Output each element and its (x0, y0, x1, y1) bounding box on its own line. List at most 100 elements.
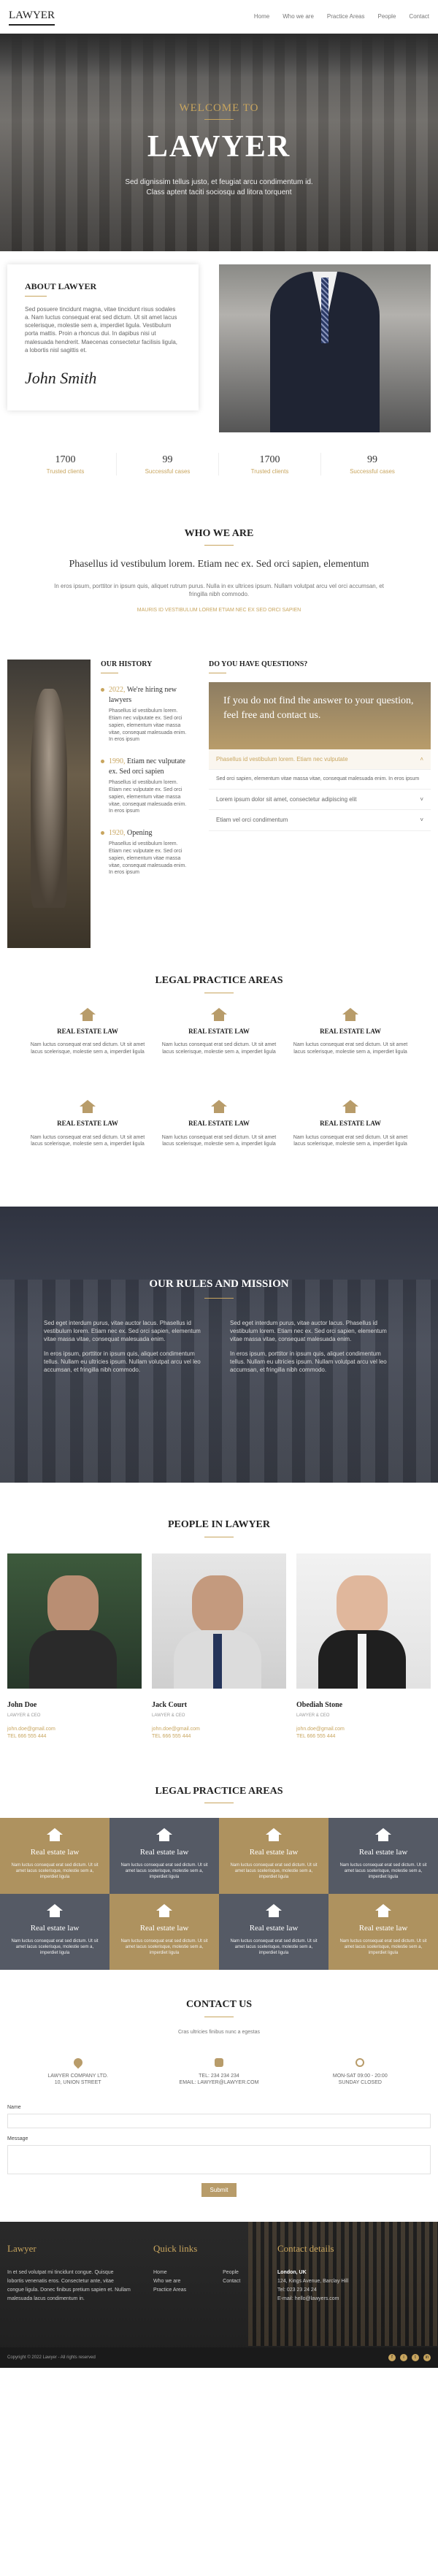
footer-link-home[interactable]: Home (153, 2269, 186, 2277)
practice-item[interactable]: REAL ESTATE LAW Nam luctus consequat erat… (292, 1099, 409, 1148)
rules-text: In eros ipsum, porttitor in ipsum quis, … (44, 1350, 201, 1374)
person-phone[interactable]: TEL 666 555 444 (7, 1733, 142, 1740)
practice-tile[interactable]: Real estate law Nam luctus consequat erat… (219, 1818, 328, 1895)
timeline-dot-icon (101, 831, 104, 836)
practice-item[interactable]: REAL ESTATE LAW Nam luctus consequat erat… (29, 1007, 146, 1056)
practice-grid: REAL ESTATE LAW Nam luctus consequat erat… (29, 1007, 409, 1148)
contact-email[interactable]: EMAIL: LAWYER@LAWYER.COM (161, 2079, 277, 2087)
person-card[interactable]: Jack Court LAWYER & CEO john.doe@gmail.c… (152, 1553, 286, 1740)
divider (204, 119, 234, 120)
about-text: Sed posuere tincidunt magna, vitae tinci… (25, 305, 177, 353)
house-icon (266, 1904, 282, 1918)
menu-item-who-we-are[interactable]: Who we are (283, 12, 314, 20)
faq-question-open[interactable]: Phasellus id vestibulum lorem. Etiam nec… (209, 749, 431, 771)
tile-title: Real estate law (358, 1924, 408, 1933)
practice-tile[interactable]: Real estate law Nam luctus consequat erat… (219, 1894, 328, 1971)
person-photo (152, 1553, 286, 1689)
tile-title: Real estate law (30, 1924, 80, 1933)
submit-button[interactable]: Submit (201, 2182, 237, 2197)
timeline-item: 1920, Opening Phasellus id vestibulum lo… (101, 828, 191, 876)
instagram-icon[interactable]: i (400, 2353, 407, 2361)
facebook-icon[interactable]: f (388, 2353, 396, 2361)
footer-link-practice-areas[interactable]: Practice Areas (153, 2286, 186, 2295)
practice-tile[interactable]: Real estate law Nam luctus consequat erat… (328, 1818, 438, 1895)
contact-info: LAWYER COMPANY LTD. 10, UNION STREET TEL:… (7, 2056, 431, 2087)
contact-tel[interactable]: TEL: 234 234 234 (161, 2073, 277, 2080)
footer-brand: Lawyer In et sed volutpat mi tincidunt c… (7, 2242, 131, 2304)
practice-item[interactable]: REAL ESTATE LAW Nam luctus consequat erat… (292, 1007, 409, 1056)
tile-text: Nam luctus consequat erat sed dictum. Ut… (120, 1938, 208, 1956)
practice-tile[interactable]: Real estate law Nam luctus consequat erat… (110, 1818, 219, 1895)
contact-hours: MON-SAT 09:00 - 20:00 SUNDAY CLOSED (301, 2057, 418, 2087)
practice-item-text: Nam luctus consequat erat sed dictum. Ut… (161, 1134, 277, 1147)
divider (25, 295, 47, 297)
faq-question[interactable]: Etiam vel orci condimentum ˅ (209, 810, 431, 831)
rules-text: In eros ipsum, porttitor in ipsum quis, … (230, 1350, 387, 1374)
practice-tile[interactable]: Real estate law Nam luctus consequat erat… (0, 1818, 110, 1895)
menu-item-contact[interactable]: Contact (409, 12, 429, 20)
person-email[interactable]: john.doe@gmail.com (7, 1726, 142, 1733)
message-textarea[interactable] (7, 2144, 431, 2174)
practice-tile[interactable]: Real estate law Nam luctus consequat erat… (328, 1894, 438, 1971)
rules-mission-section: OUR RULES AND MISSION Sed eget interdum … (0, 1207, 438, 1483)
practice-item[interactable]: REAL ESTATE LAW Nam luctus consequat erat… (161, 1099, 277, 1148)
menu-item-practice-areas[interactable]: Practice Areas (327, 12, 365, 20)
twitter-icon[interactable]: t (412, 2353, 419, 2361)
practice-item[interactable]: REAL ESTATE LAW Nam luctus consequat erat… (161, 1007, 277, 1056)
footer-brand-title: Lawyer (7, 2242, 36, 2254)
practice-item-title: REAL ESTATE LAW (188, 1119, 250, 1127)
person-phone[interactable]: TEL 666 555 444 (152, 1733, 286, 1740)
person-email[interactable]: john.doe@gmail.com (296, 1726, 431, 1733)
footer-link-contact[interactable]: Contact (223, 2277, 240, 2286)
practice-item-text: Nam luctus consequat erat sed dictum. Ut… (30, 1042, 145, 1055)
tile-text: Nam luctus consequat erat sed dictum. Ut… (230, 1862, 318, 1880)
logo[interactable]: LAWYER (9, 8, 55, 26)
stat-label: Successful cases (350, 467, 395, 475)
top-nav: LAWYER Home Who we are Practice Areas Pe… (0, 0, 438, 34)
footer-link-who-we-are[interactable]: Who we are (153, 2277, 186, 2286)
timeline-dot-icon (101, 688, 104, 692)
linkedin-icon[interactable]: in (423, 2353, 431, 2361)
menu-item-people[interactable]: People (378, 12, 396, 20)
about-card: ABOUT LAWYER Sed posuere tincidunt magna… (7, 264, 199, 410)
house-icon (375, 1904, 391, 1918)
stat-value: 1700 (259, 454, 280, 465)
phone-icon (214, 2057, 223, 2067)
about-title: ABOUT LAWYER (25, 281, 97, 291)
footer-link-people[interactable]: People (223, 2269, 240, 2277)
house-icon (211, 1099, 227, 1113)
stat-item: 99 Successful cases (117, 453, 219, 475)
person-role: LAWYER & CEO (296, 1713, 330, 1718)
hero-banner: WELCOME TO LAWYER Sed dignissim tellus j… (0, 34, 438, 251)
person-role: LAWYER & CEO (7, 1713, 41, 1718)
stat-value: 99 (367, 454, 377, 465)
faq-title: DO YOU HAVE QUESTIONS? (209, 660, 308, 669)
clock-icon (356, 2057, 365, 2067)
footer-city: London, UK (277, 2270, 307, 2276)
practice-tiles-section: LEGAL PRACTICE AREAS Real estate law Nam … (0, 1784, 438, 1971)
history-column: OUR HISTORY 2022, We're hiring new lawye… (91, 660, 201, 930)
timeline-head: Opening (127, 829, 153, 838)
tile-text: Nam luctus consequat erat sed dictum. Ut… (11, 1938, 99, 1956)
menu-item-home[interactable]: Home (254, 12, 269, 20)
footer-quick-title: Quick links (153, 2242, 198, 2254)
message-label: Message (7, 2136, 28, 2142)
footer: Lawyer In et sed volutpat mi tincidunt c… (0, 2221, 438, 2368)
divider (204, 1298, 234, 1299)
footer-quick-links: Quick links Home Who we are Practice Are… (153, 2242, 256, 2304)
person-card[interactable]: John Doe LAWYER & CEO john.doe@gmail.com… (7, 1553, 142, 1740)
person-card[interactable]: Obediah Stone LAWYER & CEO john.doe@gmai… (296, 1553, 431, 1740)
timeline-text: Phasellus id vestibulum lorem. Etiam nec… (109, 708, 187, 743)
practice-item[interactable]: REAL ESTATE LAW Nam luctus consequat erat… (29, 1099, 146, 1148)
faq-question[interactable]: Lorem ipsum dolor sit amet, consectetur … (209, 790, 431, 811)
person-phone[interactable]: TEL 666 555 444 (296, 1733, 431, 1740)
practice-tile[interactable]: Real estate law Nam luctus consequat erat… (0, 1894, 110, 1971)
timeline-item: 2022, We're hiring new lawyers Phasellus… (101, 685, 191, 744)
about-section: ABOUT LAWYER Sed posuere tincidunt magna… (0, 235, 438, 432)
hero-title: LAWYER (147, 130, 291, 164)
person-email[interactable]: john.doe@gmail.com (152, 1726, 286, 1733)
tile-title: Real estate law (249, 1848, 299, 1857)
practice-tiles: Real estate law Nam luctus consequat erat… (0, 1818, 438, 1971)
practice-tile[interactable]: Real estate law Nam luctus consequat erat… (110, 1894, 219, 1971)
name-input[interactable] (7, 2114, 431, 2129)
